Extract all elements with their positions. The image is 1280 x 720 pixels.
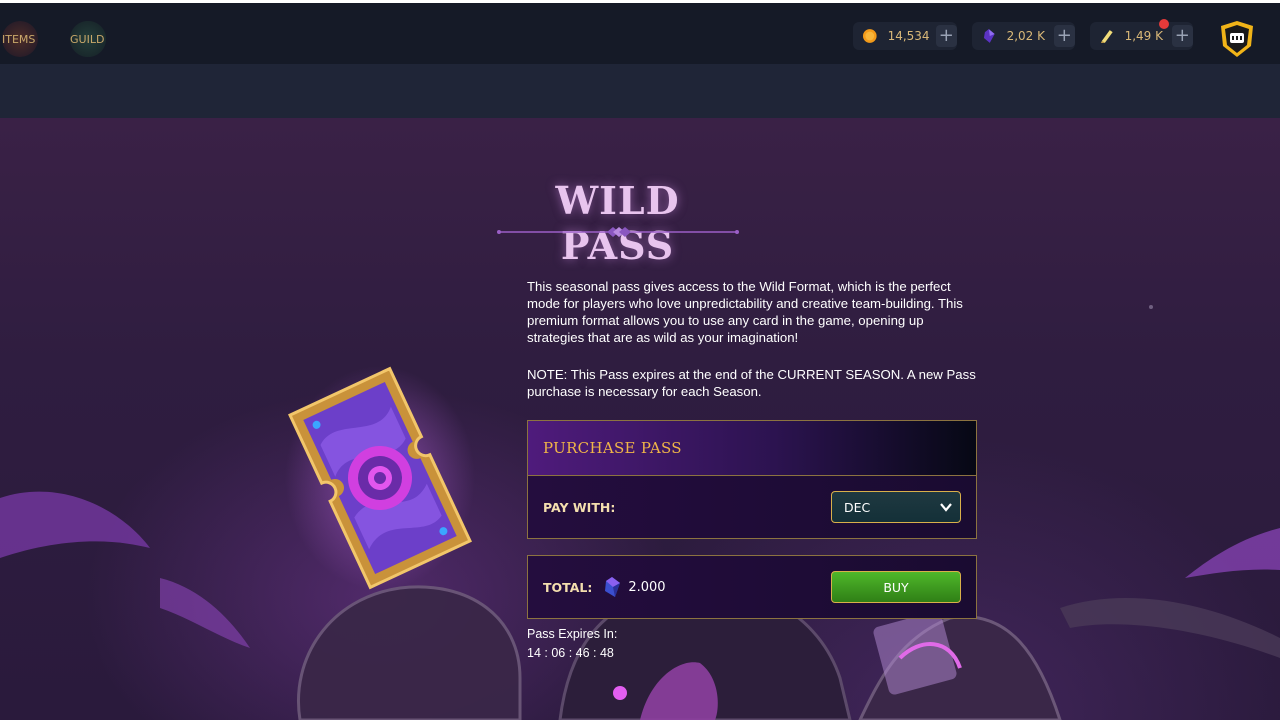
pass-description: This seasonal pass gives access to the W… xyxy=(527,279,963,345)
buy-button[interactable]: BUY xyxy=(831,571,961,603)
sub-navigation-bar xyxy=(0,64,1280,118)
wild-pass-ticket-icon xyxy=(285,366,475,590)
pay-with-selected-value: DEC xyxy=(844,499,871,515)
gold-balance-value: 14,534 xyxy=(887,29,930,43)
total-value: 2.000 xyxy=(628,579,666,595)
nav-items-label: ITEMS xyxy=(2,32,36,46)
dec-balance: 2,02 K + xyxy=(972,22,1075,50)
pay-with-row: PAY WITH: DEC xyxy=(528,476,976,538)
title-divider xyxy=(497,227,739,237)
total-label: TOTAL: xyxy=(543,579,593,595)
dec-crystal-icon xyxy=(605,577,621,597)
dec-balance-value: 2,02 K xyxy=(1006,29,1045,43)
gold-coin-icon xyxy=(862,29,877,43)
scroll-icon xyxy=(1100,30,1113,43)
pass-expiry-note: NOTE: This Pass expires at the end of th… xyxy=(527,367,976,399)
dec-crystal-icon xyxy=(983,29,995,43)
gold-balance: 14,534 + xyxy=(853,22,957,50)
add-scroll-button[interactable]: + xyxy=(1171,25,1193,47)
notification-dot xyxy=(1159,19,1169,29)
scroll-balance-value: 1,49 K xyxy=(1124,29,1163,43)
add-dec-button[interactable]: + xyxy=(1053,25,1075,47)
profile-avatar-icon[interactable] xyxy=(1217,20,1257,58)
total-panel: TOTAL: 2.000 BUY xyxy=(527,555,977,619)
scroll-balance: 1,49 K + xyxy=(1090,22,1193,50)
nav-guild[interactable]: GUILD xyxy=(70,19,106,59)
pass-expires-countdown: 14 : 06 : 46 : 48 xyxy=(527,646,614,660)
purchase-panel-header: PURCHASE PASS xyxy=(528,421,976,476)
add-gold-button[interactable]: + xyxy=(935,25,957,47)
chevron-down-icon xyxy=(940,503,952,512)
nav-items[interactable]: ITEMS xyxy=(2,19,38,59)
pay-with-select[interactable]: DEC xyxy=(831,491,961,523)
total-row: TOTAL: 2.000 BUY xyxy=(528,556,976,618)
purchase-panel-title: PURCHASE PASS xyxy=(543,439,682,457)
pass-expires: Pass Expires In: 14 : 06 : 46 : 48 xyxy=(527,625,617,663)
page-title: WILD PASS xyxy=(555,178,680,268)
top-bar: ITEMS GUILD 14,534 + 2,02 K + 1,49 K + xyxy=(0,3,1280,64)
pass-expires-label: Pass Expires In: xyxy=(527,627,618,641)
purchase-panel: PURCHASE PASS PAY WITH: DEC xyxy=(527,420,977,539)
pay-with-label: PAY WITH: xyxy=(543,499,616,515)
nav-guild-label: GUILD xyxy=(70,32,105,46)
